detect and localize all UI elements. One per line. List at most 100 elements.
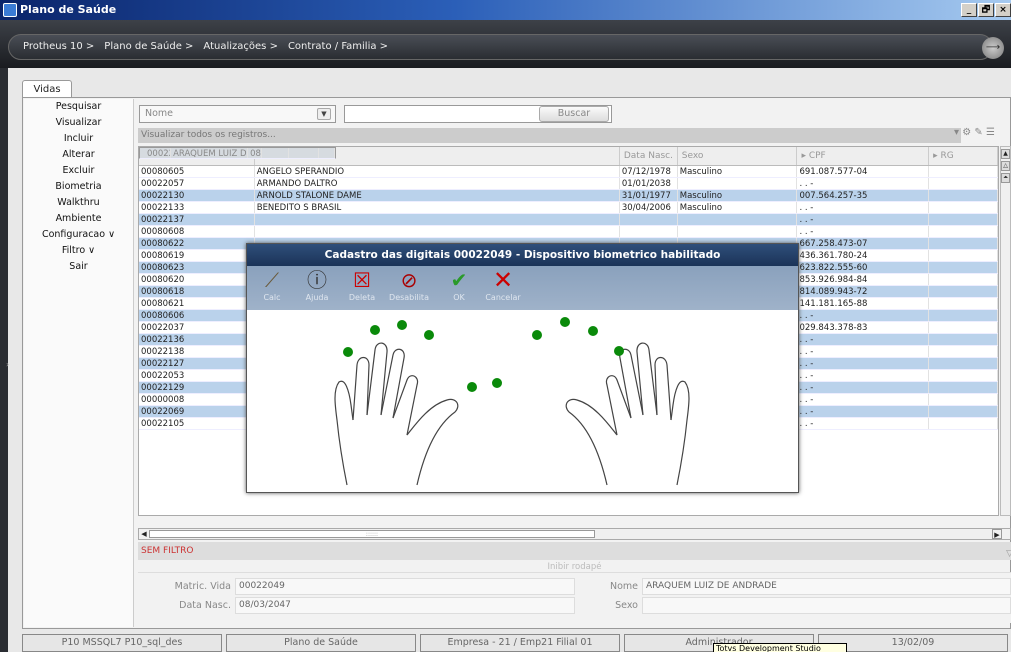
finger-dot-left-ring[interactable] bbox=[370, 325, 380, 335]
finger-dot-right-pinky[interactable] bbox=[614, 346, 624, 356]
cancelar-button[interactable]: ✕ Cancelar bbox=[483, 268, 523, 310]
finger-dot-right-ring[interactable] bbox=[588, 326, 598, 336]
close-button[interactable]: × bbox=[995, 3, 1011, 17]
sidebar-item-alterar[interactable]: Alterar bbox=[24, 147, 133, 163]
minimize-button[interactable]: _ bbox=[961, 3, 977, 17]
sidebar-item-excluir[interactable]: Excluir bbox=[24, 163, 133, 179]
breadcrumb-protheus[interactable]: Protheus 10 > bbox=[23, 35, 94, 59]
finger-dot-left-thumb[interactable] bbox=[467, 382, 477, 392]
cell-cpf: 436.361.780-24 bbox=[797, 250, 930, 261]
left-hand-outline bbox=[334, 342, 459, 486]
search-field-select[interactable]: Nome ▼ bbox=[139, 105, 336, 123]
finger-dot-left-middle[interactable] bbox=[397, 320, 407, 330]
sidebar-item-pesquisar[interactable]: Pesquisar bbox=[24, 99, 133, 115]
scroll-right-icon[interactable]: ▶ bbox=[992, 529, 1002, 539]
horizontal-scrollbar[interactable]: ◀ :::::: ▶ bbox=[138, 528, 1011, 540]
cell-cpf: . . - bbox=[797, 334, 930, 345]
ajuda-button[interactable]: ⓘ Ajuda bbox=[297, 268, 337, 310]
cell-rg bbox=[319, 148, 335, 158]
hide-footer-toggle[interactable]: Inibir rodapé bbox=[138, 561, 1011, 573]
sidebar-item-configuracao[interactable]: Configuracao ∨ bbox=[24, 227, 133, 243]
maximize-button[interactable]: 🗗 bbox=[978, 3, 994, 17]
breadcrumb-plano-saude[interactable]: Plano de Saúde > bbox=[104, 35, 193, 59]
window-titlebar: Plano de Saúde _ 🗗 × bbox=[0, 0, 1011, 20]
finger-dot-left-pinky[interactable] bbox=[343, 347, 353, 357]
sexo-value bbox=[642, 597, 1011, 614]
cell-cpf: . . - bbox=[797, 178, 930, 189]
filter-label: SEM FILTRO bbox=[141, 546, 194, 556]
finger-dot-right-thumb[interactable] bbox=[492, 378, 502, 388]
cell-rg bbox=[929, 166, 998, 177]
cell-rg bbox=[929, 202, 998, 213]
breadcrumb-atualizacoes[interactable]: Atualizações > bbox=[203, 35, 278, 59]
cell-nasc: 07/12/1978 bbox=[620, 166, 678, 177]
tab-vidas[interactable]: Vidas bbox=[22, 80, 72, 98]
cell-matric: 00080618 bbox=[139, 286, 255, 297]
cell-rg bbox=[929, 370, 998, 381]
dialog-title: Cadastro das digitais 00022049 - Disposi… bbox=[247, 244, 798, 266]
dropdown-icon[interactable]: ▾ bbox=[954, 127, 959, 138]
cell-rg bbox=[929, 334, 998, 345]
cell-nasc: 08/03/2047 bbox=[250, 148, 263, 158]
col-header-rg[interactable]: ▸ RG bbox=[929, 147, 998, 165]
sidebar-item-incluir[interactable]: Incluir bbox=[24, 131, 133, 147]
scroll-left-icon[interactable]: ◀ bbox=[139, 529, 149, 539]
cell-matric: 00080605 bbox=[139, 166, 255, 177]
scroll-thumb[interactable]: :::::: bbox=[149, 530, 595, 538]
biometric-dialog: Cadastro das digitais 00022049 - Disposi… bbox=[246, 243, 799, 493]
desabilita-button[interactable]: ⊘ Desabilita bbox=[389, 268, 429, 310]
deleta-button[interactable]: ☒ Deleta bbox=[342, 268, 382, 310]
table-row[interactable]: 00080605 ANGELO SPERANDIO 07/12/1978 Mascul… bbox=[139, 166, 998, 178]
right-hand-outline bbox=[565, 342, 690, 486]
view-filter-select[interactable]: Visualizar todos os registros... bbox=[138, 128, 961, 143]
finger-dot-right-index[interactable] bbox=[532, 330, 542, 340]
cell-matric: 00022057 bbox=[139, 178, 255, 189]
sidebar-item-sair[interactable]: Sair bbox=[24, 259, 133, 275]
scroll-pgup-icon[interactable]: ⏶ bbox=[1001, 173, 1010, 183]
breadcrumb-contrato-familia[interactable]: Contrato / Familia > bbox=[288, 35, 388, 59]
search-button[interactable]: Buscar bbox=[539, 106, 609, 122]
config-icon[interactable]: ⚙ bbox=[962, 127, 971, 138]
cell-cpf: 667.258.473-07 bbox=[797, 238, 930, 249]
ok-button[interactable]: ✔ OK bbox=[439, 268, 479, 310]
finger-dot-left-index[interactable] bbox=[424, 330, 434, 340]
sidebar-item-ambiente[interactable]: Ambiente bbox=[24, 211, 133, 227]
cell-matric: 00080606 bbox=[139, 310, 255, 321]
cell-matric: 00080621 bbox=[139, 298, 255, 309]
menu-orb-icon[interactable]: ⟶ bbox=[982, 37, 1004, 59]
table-row[interactable]: 00022137 . . - bbox=[139, 214, 998, 226]
cell-matric: 00022105 bbox=[139, 418, 255, 429]
cell-matric: 00022137 bbox=[139, 214, 255, 225]
cell-nome: ANGELO SPERANDIO bbox=[255, 166, 620, 177]
table-row[interactable]: 00080608 . . - bbox=[139, 226, 998, 238]
cell-rg bbox=[929, 346, 998, 357]
cell-rg bbox=[929, 394, 998, 405]
edit-icon[interactable]: ✎ bbox=[974, 127, 982, 138]
cell-cpf: 623.822.555-60 bbox=[797, 262, 930, 273]
col-header-cpf[interactable]: ▸ CPF bbox=[797, 147, 930, 165]
col-header-nasc[interactable]: Data Nasc. bbox=[620, 147, 678, 165]
calc-button[interactable]: ⟋ Calc bbox=[252, 268, 292, 310]
chevron-down-icon[interactable]: ▼ bbox=[317, 108, 331, 120]
sidebar-item-biometria[interactable]: Biometria bbox=[24, 179, 133, 195]
table-row[interactable]: 00022133 BENEDITO S BRASIL 30/04/2006 Mascu… bbox=[139, 202, 998, 214]
finger-dot-right-middle[interactable] bbox=[560, 317, 570, 327]
app-icon bbox=[3, 3, 17, 17]
table-row[interactable]: 00022049ARAQUEM LUIZ DE ANDRADE08/03/204… bbox=[139, 147, 336, 159]
scroll-top-icon[interactable]: ▲ bbox=[1001, 149, 1010, 159]
vertical-scrollbar[interactable]: ▲ △ ⏶ bbox=[1000, 146, 1011, 516]
collapse-handle-icon[interactable]: › bbox=[6, 360, 9, 369]
sidebar-item-filtro[interactable]: Filtro ∨ bbox=[24, 243, 133, 259]
scroll-up-icon[interactable]: △ bbox=[1001, 161, 1010, 171]
cell-sexo bbox=[678, 226, 798, 237]
table-row[interactable]: 00022057 ARMANDO DALTRO 01/01/2038 . . - bbox=[139, 178, 998, 190]
sidebar-item-walkthru[interactable]: Walkthru bbox=[24, 195, 133, 211]
cell-matric: 00022053 bbox=[139, 370, 255, 381]
table-row[interactable]: 00022130 ARNOLD STALONE DAME 31/01/1977 Mas… bbox=[139, 190, 998, 202]
list-icon[interactable]: ☰ bbox=[986, 127, 995, 138]
col-header-sexo[interactable]: Sexo bbox=[678, 147, 798, 165]
sidebar-item-visualizar[interactable]: Visualizar bbox=[24, 115, 133, 131]
cell-nasc: 30/04/2006 bbox=[620, 202, 678, 213]
cell-matric: 00022129 bbox=[139, 382, 255, 393]
cell-matric: 00022130 bbox=[139, 190, 255, 201]
